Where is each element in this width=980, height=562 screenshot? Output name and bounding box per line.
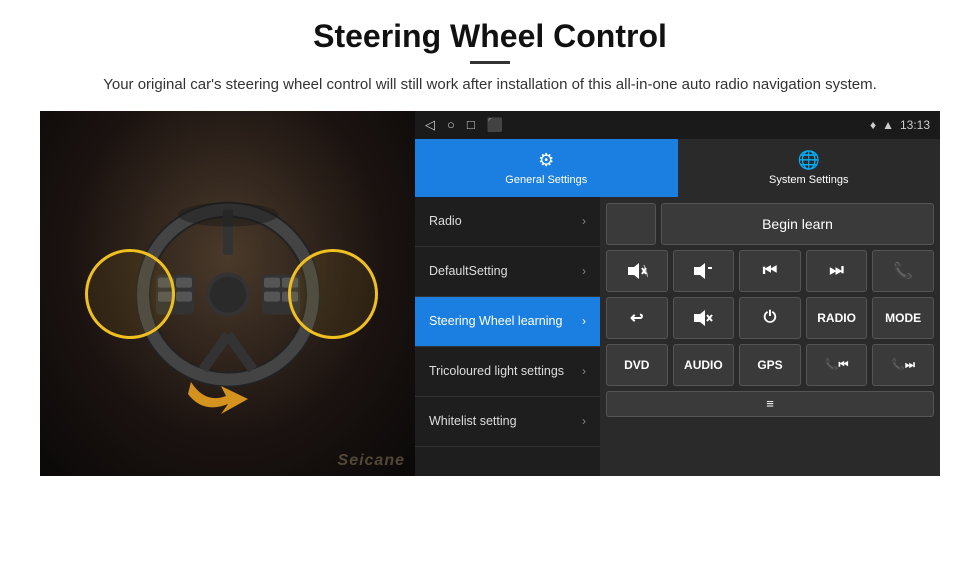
tab-bar: ⚙ General Settings 🌐 System Settings: [415, 139, 940, 197]
begin-learn-button[interactable]: Begin learn: [661, 203, 934, 245]
empty-input-box: [606, 203, 656, 245]
menu-item-whitelist[interactable]: Whitelist setting ›: [415, 397, 600, 447]
menu-item-tricoloured[interactable]: Tricoloured light settings ›: [415, 347, 600, 397]
chevron-icon: ›: [582, 314, 586, 328]
content-row: Seicane ◁ ○ □ ⬛ ♦ ▲ 13:13: [40, 111, 940, 476]
dvd-button[interactable]: DVD: [606, 344, 668, 386]
ctrl-row-1: Begin learn: [606, 203, 934, 245]
audio-button[interactable]: AUDIO: [673, 344, 735, 386]
title-divider: [470, 61, 510, 64]
ctrl-row-2: ⏮ ⏭ 📞: [606, 250, 934, 292]
power-button[interactable]: ⏻: [739, 297, 801, 339]
chevron-icon: ›: [582, 214, 586, 228]
location-icon: ♦: [870, 118, 876, 132]
status-bar-left: ◁ ○ □ ⬛: [425, 117, 503, 133]
tab-general[interactable]: ⚙ General Settings: [415, 139, 678, 197]
tab-general-label: General Settings: [505, 174, 587, 186]
mute-button[interactable]: [673, 297, 735, 339]
page-title: Steering Wheel Control: [40, 18, 940, 55]
page-subtitle: Your original car's steering wheel contr…: [40, 74, 940, 97]
recent-icon[interactable]: □: [467, 117, 475, 132]
car-bg: Seicane: [40, 111, 415, 476]
system-icon: 🌐: [798, 150, 820, 171]
callout-left: [85, 249, 175, 339]
vol-up-button[interactable]: [606, 250, 668, 292]
ctrl-row-4: DVD AUDIO GPS 📞⏮ 📞⏭: [606, 344, 934, 386]
menu-item-tricoloured-label: Tricoloured light settings: [429, 363, 564, 379]
gear-icon: ⚙: [538, 150, 554, 171]
call-button[interactable]: 📞: [872, 250, 934, 292]
end-call-button[interactable]: ↩: [606, 297, 668, 339]
signal-icon: ▲: [882, 118, 894, 132]
chevron-icon: ›: [582, 264, 586, 278]
gps-button[interactable]: GPS: [739, 344, 801, 386]
chevron-icon: ›: [582, 414, 586, 428]
prev-track-button[interactable]: ⏮: [739, 250, 801, 292]
main-area: Radio › DefaultSetting › Steering Wheel …: [415, 197, 940, 476]
menu-item-default-label: DefaultSetting: [429, 263, 508, 279]
ctrl-row-5: ≡: [606, 391, 934, 417]
vol-down-button[interactable]: [673, 250, 735, 292]
menu-item-steering-label: Steering Wheel learning: [429, 313, 562, 329]
back-icon[interactable]: ◁: [425, 117, 435, 133]
menu-item-steering[interactable]: Steering Wheel learning ›: [415, 297, 600, 347]
menu-list: Radio › DefaultSetting › Steering Wheel …: [415, 197, 600, 476]
call-next-button[interactable]: 📞⏭: [872, 344, 934, 386]
ctrl-row-3: ↩ ⏻ RADIO MODE: [606, 297, 934, 339]
arrow-svg: [183, 364, 263, 419]
page-wrapper: Steering Wheel Control Your original car…: [0, 0, 980, 476]
menu-item-default[interactable]: DefaultSetting ›: [415, 247, 600, 297]
callout-right: [288, 249, 378, 339]
watermark: Seicane: [338, 452, 405, 470]
status-bar: ◁ ○ □ ⬛ ♦ ▲ 13:13: [415, 111, 940, 139]
arrow-area: [183, 364, 263, 424]
menu-item-radio-label: Radio: [429, 213, 462, 229]
radio-button[interactable]: RADIO: [806, 297, 868, 339]
menu-item-radio[interactable]: Radio ›: [415, 197, 600, 247]
tab-system-label: System Settings: [769, 174, 848, 186]
car-image-area: Seicane: [40, 111, 415, 476]
menu-item-whitelist-label: Whitelist setting: [429, 413, 517, 429]
android-panel: ◁ ○ □ ⬛ ♦ ▲ 13:13 ⚙ General Settings: [415, 111, 940, 476]
extra-button[interactable]: ≡: [606, 391, 934, 417]
control-panel: Begin learn ⏮ ⏭ 📞: [600, 197, 940, 476]
screenshot-icon[interactable]: ⬛: [487, 117, 503, 133]
status-time: 13:13: [900, 118, 930, 132]
home-icon[interactable]: ○: [447, 117, 455, 132]
next-track-button[interactable]: ⏭: [806, 250, 868, 292]
mode-button[interactable]: MODE: [872, 297, 934, 339]
chevron-icon: ›: [582, 364, 586, 378]
status-bar-right: ♦ ▲ 13:13: [870, 118, 930, 132]
call-prev-button[interactable]: 📞⏮: [806, 344, 868, 386]
tab-system[interactable]: 🌐 System Settings: [678, 139, 941, 197]
